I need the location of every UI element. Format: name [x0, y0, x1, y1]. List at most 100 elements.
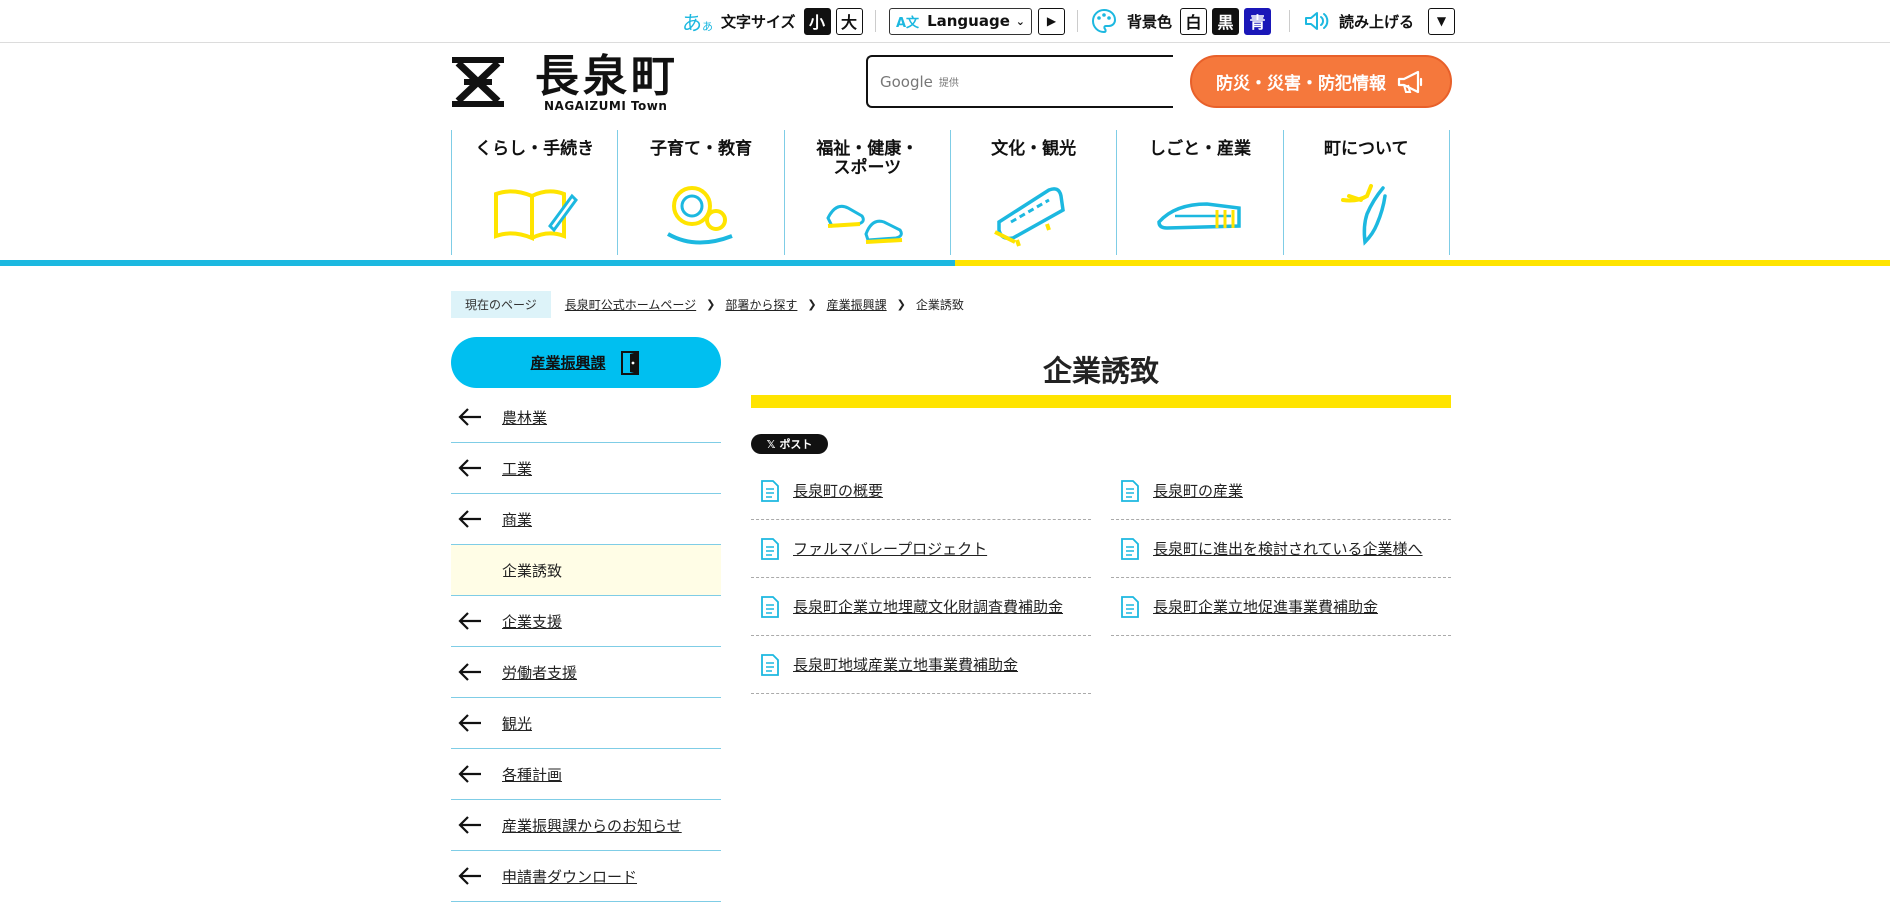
bg-color-control: 背景色 白 黒 青	[1091, 0, 1272, 42]
list-item[interactable]: 長泉町企業立地促進事業費補助金	[1111, 578, 1451, 636]
sidebar-item-agriculture[interactable]: 農林業	[451, 392, 721, 443]
bg-color-label: 背景色	[1127, 12, 1173, 31]
megaphone-icon	[1397, 70, 1423, 93]
bg-black-button[interactable]: 黒	[1212, 7, 1240, 35]
sidebar-item-business-support[interactable]: 企業支援	[451, 596, 721, 647]
sidebar-heading-label: 産業振興課	[530, 354, 606, 372]
sneakers-icon	[826, 204, 904, 244]
book-pen-icon	[493, 189, 578, 241]
document-icon	[761, 595, 779, 618]
breadcrumb-link-home[interactable]: 長泉町公式ホームページ	[565, 296, 696, 313]
nav-item-childcare[interactable]: 子育て・教育	[617, 130, 783, 255]
page-title: 企業誘致	[1042, 354, 1159, 388]
nav-item-living[interactable]: くらし・手続き	[451, 130, 617, 255]
sidebar-item-forms-download[interactable]: 申請書ダウンロード	[451, 851, 721, 902]
nav-item-work[interactable]: しごと・産業	[1116, 130, 1282, 255]
arrow-left-icon	[458, 714, 481, 732]
nav-item-culture[interactable]: 文化・観光	[949, 130, 1116, 255]
arrow-left-icon	[458, 459, 481, 477]
divider	[875, 10, 876, 32]
document-icon	[761, 653, 779, 676]
nav-item-welfare[interactable]: 福祉・健康・ スポーツ	[783, 130, 950, 255]
list-item[interactable]: 長泉町の産業	[1111, 462, 1451, 520]
logo-subtext: NAGAIZUMI Town	[544, 99, 668, 113]
page-link-list: 長泉町の概要 長泉町の産業 ファルマバレープロジェクト 長泉町に進出を検討されて…	[751, 462, 1451, 694]
breadcrumb-link-departments[interactable]: 部署から探す	[725, 296, 797, 313]
tour-bus-icon	[993, 187, 1065, 247]
breadcrumb-current-label: 現在のページ	[451, 290, 551, 318]
font-small-button[interactable]: 小	[803, 7, 831, 35]
arrow-left-icon	[458, 408, 481, 426]
language-go-button[interactable]: ▶	[1038, 7, 1065, 35]
sidebar-item-business-attraction[interactable]: 企業誘致	[451, 545, 721, 596]
sidebar-item-label: 企業支援	[502, 612, 563, 631]
site-logo[interactable]: 長泉町 NAGAIZUMI Town	[450, 53, 680, 113]
link-text: 長泉町に進出を検討されている企業様へ	[1153, 540, 1423, 558]
list-item[interactable]: 長泉町企業立地埋蔵文化財調査費補助金	[751, 578, 1091, 636]
font-large-button[interactable]: 大	[835, 7, 863, 35]
sidebar-item-label: 企業誘致	[502, 561, 563, 580]
document-icon	[1121, 537, 1139, 560]
nav-label: しごと・産業	[1148, 139, 1251, 159]
x-logo-icon: 𝕏	[766, 437, 776, 451]
breadcrumb: 現在のページ 長泉町公式ホームページ ❯ 部署から探す ❯ 産業振興課 ❯ 企業…	[451, 290, 964, 318]
logo-text: 長泉町	[535, 51, 679, 102]
sidebar-heading-button[interactable]: 産業振興課	[451, 337, 721, 388]
nav-stripe	[0, 260, 1890, 266]
site-search-input[interactable]: Google 提供	[866, 55, 1173, 108]
link-text: 長泉町企業立地埋蔵文化財調査費補助金	[793, 598, 1064, 616]
palette-icon	[1092, 8, 1117, 34]
nav-label: くらし・手続き	[475, 139, 595, 159]
nav-label: 子育て・教育	[649, 139, 752, 159]
chevron-right-icon: ❯	[706, 297, 716, 311]
nav-item-about-town[interactable]: 町について	[1282, 130, 1450, 255]
sidebar-item-notices[interactable]: 産業振興課からのお知らせ	[451, 800, 721, 851]
arrow-left-icon	[458, 612, 481, 630]
chevron-right-icon: ❯	[896, 297, 906, 311]
breadcrumb-current-page: 企業誘致	[915, 297, 964, 312]
nav-label: 福祉・健康・ スポーツ	[816, 139, 919, 178]
read-aloud-control: 読み上げる ▼	[1303, 0, 1456, 42]
read-aloud-menu-button[interactable]: ▼	[1428, 7, 1456, 35]
bg-white-button[interactable]: 白	[1180, 7, 1208, 35]
sidebar-item-commerce[interactable]: 商業	[451, 494, 721, 545]
bg-blue-button[interactable]: 青	[1244, 7, 1272, 35]
search-brand: Google	[880, 72, 933, 91]
parent-child-icon	[666, 186, 733, 245]
utility-bar: ああ 文字サイズ 小 大 A文 Language ⌄ ▶ 背景色 白 黒 青 読…	[0, 0, 1890, 43]
sidebar-item-manufacturing[interactable]: 工業	[451, 443, 721, 494]
sidebar-nav: 農林業 工業 商業 企業誘致 企業支援 労働者支援 観光 各種計画 産業振興課か…	[451, 392, 721, 902]
document-icon	[761, 537, 779, 560]
sidebar-item-tourism[interactable]: 観光	[451, 698, 721, 749]
sidebar-item-label: 工業	[502, 459, 533, 478]
read-aloud-label[interactable]: 読み上げる	[1339, 11, 1414, 32]
list-item[interactable]: 長泉町地域産業立地事業費補助金	[751, 636, 1091, 694]
link-text: 長泉町企業立地促進事業費補助金	[1153, 598, 1379, 616]
door-icon	[620, 350, 639, 375]
sidebar-item-label: 産業振興課からのお知らせ	[502, 816, 682, 835]
divider	[1289, 10, 1290, 32]
disaster-info-button[interactable]: 防災・災害・防犯情報	[1190, 55, 1452, 108]
x-post-button[interactable]: 𝕏 ポスト	[751, 434, 828, 454]
breadcrumb-link-industry-dept[interactable]: 産業振興課	[827, 296, 887, 313]
sidebar-item-label: 農林業	[502, 408, 548, 427]
bullet-train-icon	[1157, 202, 1241, 230]
link-text: 長泉町の産業	[1153, 482, 1244, 500]
speaker-icon	[1305, 12, 1329, 30]
link-text: 長泉町の概要	[793, 482, 884, 500]
arrow-left-icon	[458, 867, 481, 885]
language-control: A文 Language ⌄ ▶	[889, 0, 1065, 42]
list-item[interactable]: 長泉町に進出を検討されている企業様へ	[1111, 520, 1451, 578]
link-text: ファルマバレープロジェクト	[793, 540, 988, 558]
list-item[interactable]: ファルマバレープロジェクト	[751, 520, 1091, 578]
title-underline	[751, 395, 1451, 408]
language-label: Language	[927, 12, 1010, 30]
chevron-right-icon: ❯	[807, 297, 817, 311]
language-select[interactable]: A文 Language ⌄	[889, 7, 1032, 35]
sidebar-item-worker-support[interactable]: 労働者支援	[451, 647, 721, 698]
font-size-control: ああ 文字サイズ 小 大	[682, 0, 863, 42]
document-icon	[1121, 595, 1139, 618]
link-text: 長泉町地域産業立地事業費補助金	[793, 656, 1019, 674]
list-item[interactable]: 長泉町の概要	[751, 462, 1091, 520]
sidebar-item-plans[interactable]: 各種計画	[451, 749, 721, 800]
